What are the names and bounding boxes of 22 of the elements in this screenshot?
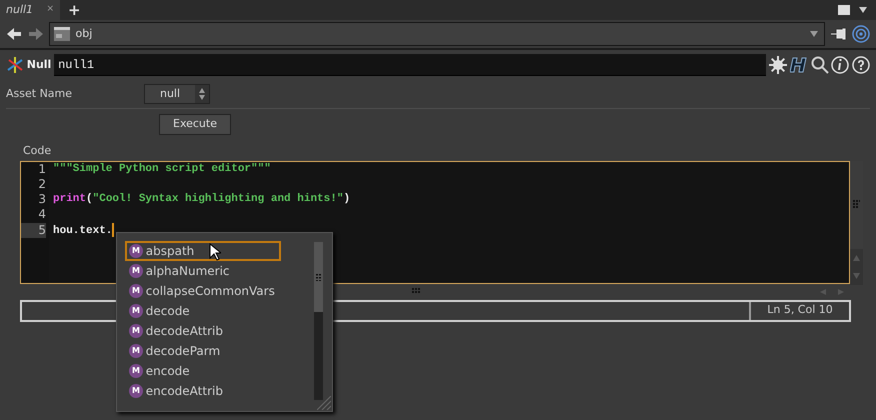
line-number: 5 — [21, 222, 46, 238]
code-line: hou.text. — [53, 224, 112, 237]
tab-label: null1 — [6, 2, 34, 18]
method-icon: M — [129, 344, 143, 358]
method-icon: M — [129, 304, 143, 318]
method-icon: M — [129, 284, 143, 298]
line-number: 4 — [37, 207, 46, 223]
method-icon: M — [129, 324, 143, 338]
parameter-label: Asset Name — [6, 86, 74, 102]
code-line: """Simple Python script editor""" — [53, 162, 271, 174]
line-number: 3 — [37, 192, 46, 208]
code-label: Code — [23, 143, 52, 159]
method-icon: M — [129, 264, 143, 278]
code-line: print("Cool! Syntax highlighting and hints!") — [53, 193, 350, 206]
node-type-label: Null — [26, 56, 52, 73]
line-number: 1 — [37, 162, 46, 177]
cursor-position: Ln 5, Col 10 — [749, 302, 849, 320]
method-icon: M — [129, 364, 143, 378]
line-number: 2 — [37, 176, 46, 192]
method-icon: M — [129, 244, 143, 258]
path-text: obj — [76, 26, 92, 42]
method-icon: M — [129, 384, 143, 398]
